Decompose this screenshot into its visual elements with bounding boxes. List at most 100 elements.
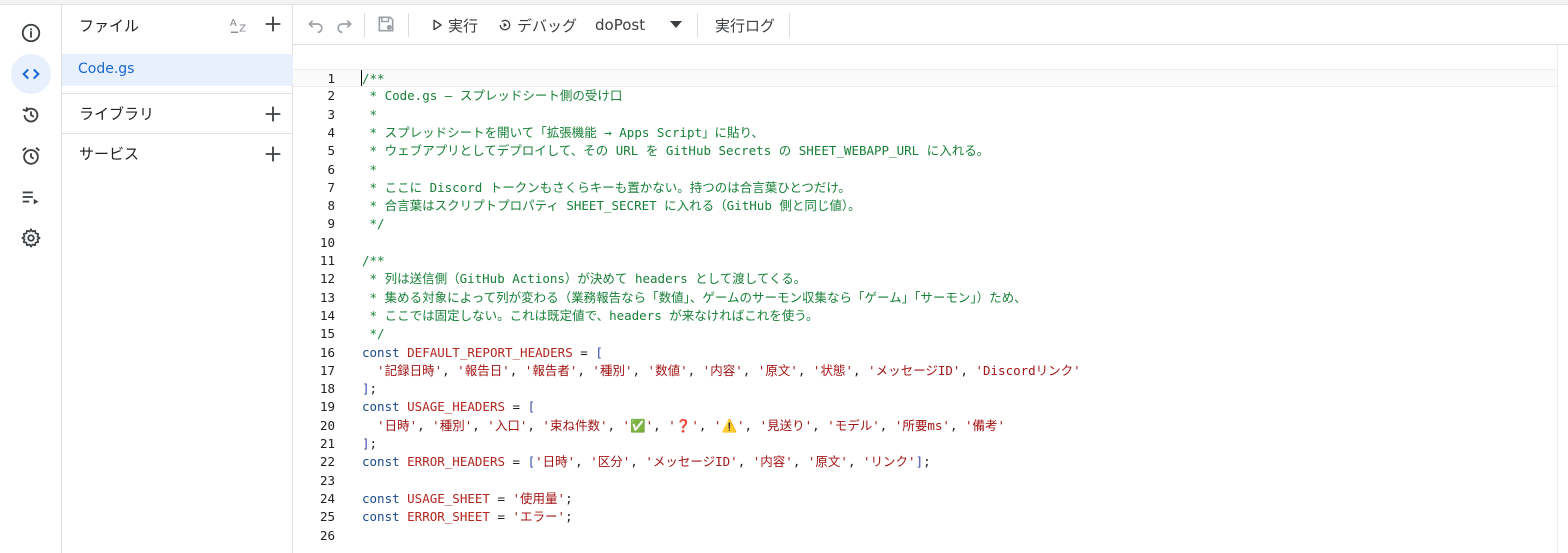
add-service-plus-icon[interactable] [262, 143, 284, 165]
undo-icon[interactable] [306, 14, 326, 34]
code-line[interactable]: 1 /** [293, 69, 1558, 87]
code-token: USAGE_HEADERS [407, 399, 505, 415]
run-button[interactable]: 実行 [430, 5, 478, 45]
code-token: '✅' [622, 417, 654, 433]
code-line[interactable]: 18]; [293, 380, 1558, 398]
add-library-plus-icon[interactable] [262, 103, 284, 125]
code-line[interactable]: 8 * 合言葉はスクリプトプロパティ SHEET_SECRET に入れる（Git… [293, 197, 1558, 215]
executions-button[interactable] [11, 177, 51, 217]
code-token: */ [362, 216, 385, 232]
execution-list-icon [22, 191, 39, 205]
code-text: * スプレッドシートを開いて「拡張機能 → Apps Script」に貼り、 [362, 124, 765, 142]
code-text: const ERROR_HEADERS = ['日時', '区分', 'メッセー… [362, 453, 931, 471]
code-token: * [362, 106, 378, 122]
file-item-label: Code.gs [78, 61, 135, 77]
code-text: * [362, 161, 378, 179]
line-number: 7 [327, 179, 335, 195]
code-token: * ウェブアプリとしてデプロイして、その URL を GitHub Secret… [362, 143, 990, 159]
code-token: = [505, 454, 528, 470]
code-line[interactable]: 7 * ここに Discord トークンもさくらキーも置かない。持つのは合言葉ひ… [293, 179, 1558, 197]
code-token: '状態' [812, 362, 853, 378]
history-icon [22, 107, 39, 123]
redo-icon[interactable] [334, 14, 354, 34]
line-number: 9 [327, 216, 335, 232]
code-line[interactable]: 11 /** [293, 252, 1558, 270]
code-text: ]; [362, 435, 377, 453]
overview-button[interactable] [11, 13, 51, 53]
code-token: '入口' [487, 417, 528, 433]
save-icon[interactable] [376, 14, 396, 34]
debug-button[interactable]: デバッグ [497, 5, 577, 45]
code-line[interactable]: 10 [293, 234, 1558, 252]
code-token: , [577, 362, 593, 378]
code-line[interactable]: 4 * スプレッドシートを開いて「拡張機能 → Apps Script」に貼り、 [293, 124, 1558, 142]
code-token: , [442, 362, 458, 378]
code-token: , [472, 417, 488, 433]
code-line[interactable]: 3 * [293, 106, 1558, 124]
code-token: '報告者' [524, 362, 578, 378]
code-text: const ERROR_SHEET = 'エラー'; [362, 508, 573, 526]
svg-text:Z: Z [239, 23, 246, 34]
code-token: , [632, 362, 648, 378]
project-settings-button[interactable] [11, 218, 51, 258]
code-line[interactable]: 21]; [293, 435, 1558, 453]
line-number: 14 [319, 307, 335, 323]
code-line[interactable]: 23 [293, 472, 1558, 490]
run-label: 実行 [448, 16, 479, 35]
code-text: * ウェブアプリとしてデプロイして、その URL を GitHub Secret… [362, 142, 990, 160]
code-line[interactable]: 17 '記録日時', '報告日', '報告者', '種別', '数値', '内容… [293, 362, 1558, 380]
editor-scrollbar[interactable] [1557, 45, 1568, 553]
code-line[interactable]: 20 '日時', '種別', '入口', '束ね件数', '✅', '❓', '… [293, 417, 1558, 435]
code-text: const USAGE_HEADERS = [ [362, 398, 535, 416]
sort-az-icon[interactable]: AZ [229, 13, 251, 35]
code-line[interactable]: 16 const DEFAULT_REPORT_HEADERS = [ [293, 344, 1558, 362]
code-line[interactable]: 6 * [293, 161, 1558, 179]
line-number: 23 [319, 472, 335, 488]
debug-label: デバッグ [517, 16, 578, 35]
line-number: 19 [319, 399, 335, 415]
code-line[interactable]: 22 const ERROR_HEADERS = ['日時', '区分', 'メッ… [293, 453, 1558, 471]
code-line[interactable]: 14 * ここでは固定しない。これは既定値で、headers が来なければこれを… [293, 307, 1558, 325]
code-token: , [812, 417, 828, 433]
project-history-button[interactable] [11, 95, 51, 135]
code-token: */ [362, 326, 385, 342]
code-token: '⚠️' [713, 417, 745, 433]
code-editor[interactable]: 1/** 2 * Code.gs — スプレッドシート側の受け口 3 * 4 * スプ… [293, 45, 1568, 553]
code-token: '原文' [807, 454, 848, 470]
editor-button[interactable] [11, 54, 51, 94]
line-number: 24 [319, 490, 335, 506]
code-token: '記録日時' [362, 362, 443, 378]
line-number: 8 [327, 198, 335, 214]
chevron-down-icon[interactable] [669, 20, 683, 30]
info-icon [21, 23, 41, 43]
code-line[interactable]: 2 * Code.gs — スプレッドシート側の受け口 [293, 87, 1558, 105]
code-line[interactable]: 24 const USAGE_SHEET = '使用量'; [293, 490, 1558, 508]
code-line[interactable]: 5 * ウェブアプリとしてデプロイして、その URL を GitHub Secr… [293, 142, 1558, 160]
code-line[interactable]: 12 * 列は送信側（GitHub Actions）が決めて headers と… [293, 270, 1558, 288]
add-file-plus-icon[interactable] [262, 13, 284, 35]
code-line[interactable]: 25 const ERROR_SHEET = 'エラー'; [293, 508, 1558, 526]
code-token: const [362, 509, 408, 525]
line-number: 21 [319, 436, 335, 451]
code-token: ; [565, 490, 573, 506]
file-item-code-gs[interactable]: Code.gs [62, 54, 293, 86]
code-token: ; [369, 436, 378, 451]
code-text: * 合言葉はスクリプトプロパティ SHEET_SECRET に入れる（GitHu… [362, 197, 861, 215]
line-number: 17 [319, 362, 335, 378]
code-text: * 集める対象によって列が変わる（業務報告なら「数値」、ゲームのサーモン収集なら… [362, 289, 1027, 307]
code-text: * 列は送信側（GitHub Actions）が決めて headers として渡… [362, 270, 807, 288]
code-text: * Code.gs — スプレッドシート側の受け口 [362, 87, 623, 105]
code-line[interactable]: 9 */ [293, 215, 1558, 233]
code-line[interactable]: 13 * 集める対象によって列が変わる（業務報告なら「数値」、ゲームのサーモン収… [293, 289, 1558, 307]
code-line[interactable]: 19 const USAGE_HEADERS = [ [293, 398, 1558, 416]
code-text: '日時', '種別', '入口', '束ね件数', '✅', '❓', '⚠️'… [362, 417, 1005, 435]
code-line[interactable]: 26 [293, 527, 1558, 545]
function-select[interactable]: doPost [595, 5, 645, 45]
code-token: , [698, 417, 714, 433]
code-icon [22, 68, 40, 80]
code-line[interactable]: 15 */ [293, 325, 1558, 343]
execution-log-button[interactable]: 実行ログ [715, 5, 775, 45]
code-token: , [527, 417, 543, 433]
triggers-button[interactable] [11, 136, 51, 176]
code-token: ERROR_SHEET [407, 509, 490, 525]
